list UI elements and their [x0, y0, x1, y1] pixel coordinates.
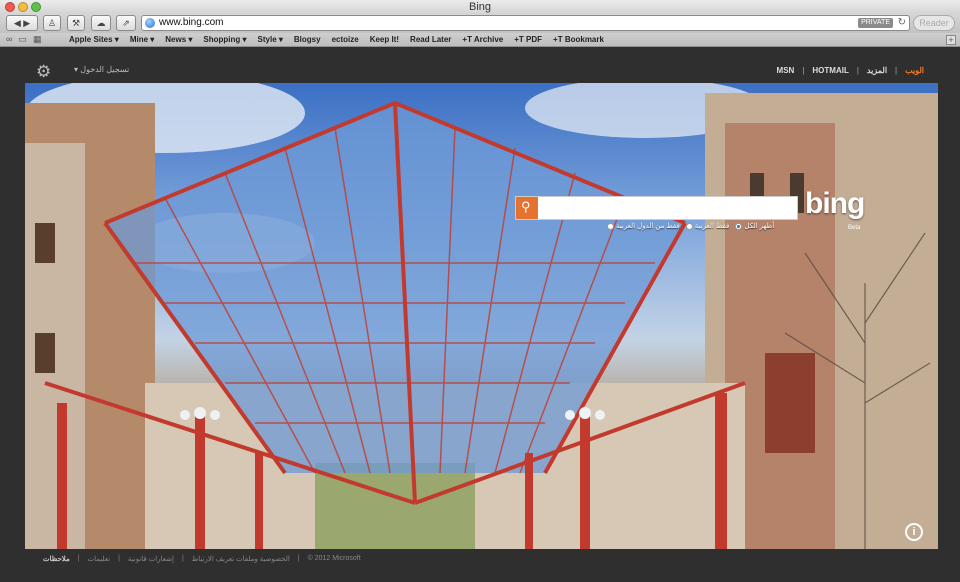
settings-button[interactable]: ⚒: [67, 15, 85, 31]
title-bar: Bing: [0, 0, 960, 14]
radio-label: أظهر الكل: [744, 223, 775, 230]
radio-dot-selected[interactable]: [735, 222, 743, 230]
footer-privacy[interactable]: الخصوصية وملفات تعريف الارتباط: [192, 555, 290, 563]
bookmark-item[interactable]: +T PDF: [514, 33, 542, 47]
footer-copyright: © 2012 Microsoft: [307, 555, 361, 562]
bookmark-item[interactable]: Style ▾: [258, 33, 283, 47]
footer-separator: |: [77, 555, 80, 562]
grid-icon[interactable]: ▦: [33, 34, 48, 44]
footer-help[interactable]: تعليمات: [88, 555, 111, 563]
bookmark-item[interactable]: Apple Sites ▾: [69, 33, 119, 47]
bing-page: ⚙ ▾ تسجيل الدخول MSN | HOTMAIL | المزيد …: [0, 48, 960, 582]
footer-separator: |: [181, 555, 184, 562]
radio-dot[interactable]: [607, 222, 614, 230]
footer-separator: |: [297, 555, 300, 562]
radio-arab-countries[interactable]: فقط من الدول العربية: [607, 222, 680, 230]
footer: ملاحظات | تعليمات | إشعارات قانونية | ال…: [43, 555, 361, 563]
forward-arrow-icon[interactable]: ▶: [23, 18, 30, 28]
person-icon: ♙: [47, 18, 57, 28]
cloud-icon: ☁: [96, 18, 106, 28]
radio-label: فقط العربية: [694, 223, 730, 230]
search-scope-options: فقط من الدول العربية فقط العربية أظهر ال…: [607, 222, 774, 230]
url-text[interactable]: www.bing.com: [159, 16, 223, 30]
hero-image: ⚲ bing Beta فقط من الدول العربية فقط الع…: [25, 83, 938, 549]
bookmark-button[interactable]: ♙: [43, 15, 61, 31]
back-arrow-icon[interactable]: ◀: [14, 18, 21, 28]
radio-dot[interactable]: [685, 222, 693, 230]
sign-in-link[interactable]: ▾ تسجيل الدخول: [74, 65, 129, 74]
window-title: Bing: [468, 1, 492, 13]
share-icon: ⇗: [122, 18, 130, 28]
canopy-photo: [25, 83, 938, 549]
search-icon: ⚲: [521, 199, 531, 214]
nav-web[interactable]: الويب: [905, 66, 924, 75]
book-icon[interactable]: ▭: [18, 34, 33, 44]
reload-icon[interactable]: ↻: [898, 16, 906, 30]
radio-arabic-only[interactable]: فقط العربية: [685, 222, 730, 230]
footer-feedback[interactable]: ملاحظات: [43, 555, 70, 563]
bookmark-item[interactable]: Mine ▾: [130, 33, 154, 47]
nav-hotmail[interactable]: HOTMAIL: [812, 66, 848, 75]
search-input[interactable]: [515, 196, 798, 220]
footer-separator: |: [118, 555, 120, 562]
bookmark-item[interactable]: Read Later: [410, 33, 451, 47]
bookmark-item[interactable]: +T Bookmark: [553, 33, 604, 47]
bookmark-tool-icons: ∞▭▦: [6, 34, 47, 45]
info-icon[interactable]: i: [905, 523, 923, 541]
reading-glasses-icon[interactable]: ∞: [6, 34, 18, 44]
nav-separator: |: [895, 66, 898, 75]
bookmarks-bar: ∞▭▦ Apple Sites ▾ Mine ▾ News ▾ Shopping…: [0, 33, 960, 47]
bookmark-list: Apple Sites ▾ Mine ▾ News ▾ Shopping ▾ S…: [69, 33, 615, 47]
search-button[interactable]: ⚲: [516, 197, 538, 219]
browser-toolbar: ◀ ▶ ♙ ⚒ ☁ ⇗ www.bing.com PRIVATE ↻ Reade…: [0, 14, 960, 33]
bookmark-item[interactable]: ectoize: [332, 33, 359, 47]
top-navigation: MSN | HOTMAIL | المزيد | الويب: [777, 66, 924, 75]
zoom-window-button[interactable]: [31, 2, 41, 12]
bookmark-item[interactable]: Keep It!: [370, 33, 399, 47]
bookmark-item[interactable]: News ▾: [165, 33, 192, 47]
address-bar[interactable]: www.bing.com PRIVATE ↻: [141, 15, 910, 31]
icloud-button[interactable]: ☁: [91, 15, 111, 31]
gear-icon[interactable]: ⚙: [36, 63, 51, 80]
wrench-icon: ⚒: [71, 18, 81, 28]
nav-msn[interactable]: MSN: [777, 66, 795, 75]
bookmark-item[interactable]: Blogsy: [294, 33, 321, 47]
close-window-button[interactable]: [5, 2, 15, 12]
nav-separator: |: [856, 66, 859, 75]
bookmark-item[interactable]: Shopping ▾: [203, 33, 246, 47]
nav-separator: |: [802, 66, 805, 75]
share-button[interactable]: ⇗: [116, 15, 136, 31]
back-forward-buttons[interactable]: ◀ ▶: [6, 15, 38, 31]
reader-button[interactable]: Reader: [913, 15, 955, 31]
beta-label: Beta: [848, 225, 861, 231]
bing-logo[interactable]: bing: [805, 187, 865, 221]
globe-icon: [145, 18, 155, 28]
minimize-window-button[interactable]: [18, 2, 28, 12]
footer-legal[interactable]: إشعارات قانونية: [128, 555, 174, 563]
bookmark-item[interactable]: +T Archive: [462, 33, 503, 47]
nav-more[interactable]: المزيد: [867, 66, 887, 75]
radio-show-all[interactable]: أظهر الكل: [735, 222, 774, 230]
add-bookmark-icon[interactable]: +: [946, 35, 956, 45]
private-badge: PRIVATE: [858, 18, 893, 28]
radio-label: فقط من الدول العربية: [616, 223, 680, 230]
